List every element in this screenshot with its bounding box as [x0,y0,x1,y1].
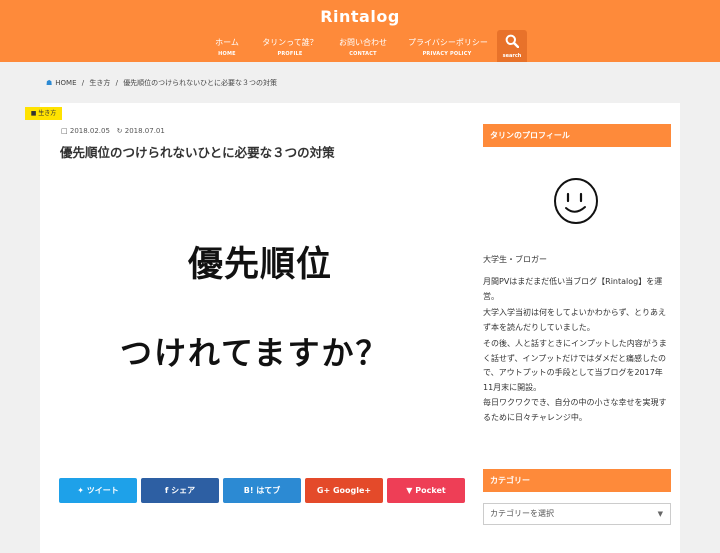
nav-item-label: プライバシーポリシー [408,38,488,47]
nav-item-privacy-policy[interactable]: プライバシーポリシー PRIVACY POLICY [408,37,488,57]
profile-bio-line: その後、人と話すときにインプットした内容がうまく話せず、インプットだけではダメだ… [483,339,667,392]
breadcrumb-separator: / [81,79,85,87]
share-pocket-label: Pocket [415,486,446,495]
profile-bio-line: 月間PVはまだまだ低い当ブログ【Rintalog】を運営。 [483,277,663,301]
nav-item-label: タリンって誰？ [262,38,318,47]
search-icon [505,34,519,48]
home-icon: ☗ [46,79,53,87]
share-twitter-button[interactable]: ✦ ツイート [59,478,137,503]
share-hatena-label: B! はてブ [243,486,281,495]
category-badge-label: 生き方 [38,110,57,117]
share-facebook-button[interactable]: f シェア [141,478,219,503]
profile-avatar [554,178,598,224]
search-button[interactable]: search [497,30,527,62]
updated-icon: ↻ [116,127,123,135]
breadcrumb: ☗ HOME / 生き方 / 優先順位のつけられないひとに必要な３つの対策 [46,78,280,88]
search-label: search [502,53,522,59]
nav-item-label: ホーム [215,38,239,47]
nav-item-label: お問い合わせ [339,38,387,47]
share-google-label: Google+ [332,486,372,495]
nav-item-sublabel: PROFILE [277,51,303,57]
facebook-icon: f [164,486,169,495]
nav-item-sublabel: PRIVACY POLICY [422,51,472,57]
share-hatena-button[interactable]: B! はてブ [223,478,301,503]
updated-date: 2018.07.01 [124,127,165,135]
category-badge[interactable]: ■ 生き方 [25,107,62,120]
profile-bio-line: 毎日ワクワクでき、自分の中の小さな幸せを実現するために日々チャレンジ中。 [483,398,667,422]
twitter-icon: ✦ [77,486,84,495]
breadcrumb-category[interactable]: 生き方 [89,79,110,87]
category-widget-heading: カテゴリー [483,469,671,492]
category-select-value: カテゴリーを選択 [490,509,554,518]
eyecatch-line-2: つけれてますか？ [120,334,390,372]
nav-item-sublabel: CONTACT [349,51,377,57]
nav-item-profile[interactable]: タリンって誰？ PROFILE [262,37,318,57]
nav-item-contact[interactable]: お問い合わせ CONTACT [336,37,390,57]
site-title[interactable]: Rintalog [0,7,720,26]
nav-item-home[interactable]: ホーム HOME [208,37,246,57]
google-plus-icon: G+ [316,486,331,495]
site-header: Rintalog ホーム HOME タリンって誰？ PROFILE お問い合わせ… [0,0,720,62]
calendar-icon: □ [61,127,68,135]
breadcrumb-home[interactable]: HOME [55,79,76,87]
post-dates: □ 2018.02.05 ↻ 2018.07.01 [61,127,165,135]
nav-item-sublabel: HOME [218,51,236,57]
profile-bio-line: 大学入学当初は何をしてよいかわからず、とりあえず本を読んだりしていました。 [483,308,667,332]
share-twitter-label: ツイート [86,486,119,495]
chevron-down-icon: ▼ [657,510,663,518]
share-google-button[interactable]: G+ Google+ [305,478,383,503]
published-date: 2018.02.05 [69,127,110,135]
folder-icon: ■ [30,110,37,117]
post-title: 優先順位のつけられないひとに必要な３つの対策 [60,145,335,160]
breadcrumb-current: 優先順位のつけられないひとに必要な３つの対策 [123,79,277,87]
category-select[interactable]: カテゴリーを選択 ▼ [483,503,671,525]
eyecatch-line-1: 優先順位 [187,244,332,285]
pocket-icon: ▼ [406,486,413,495]
profile-widget-heading: タリンのプロフィール [483,124,671,147]
share-facebook-label: シェア [171,486,196,495]
breadcrumb-separator: / [115,79,118,87]
profile-bio-line: 大学生・ブロガー [483,255,547,264]
share-pocket-button[interactable]: ▼ Pocket [387,478,465,503]
